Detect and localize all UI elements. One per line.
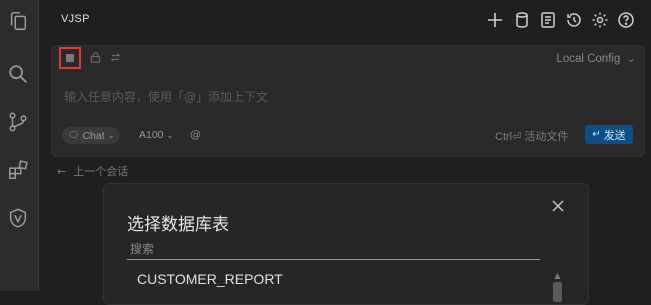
config-select[interactable]: Local Config ⌄ <box>556 51 636 65</box>
help-icon[interactable] <box>617 11 635 29</box>
chevron-down-icon: ⌄ <box>166 131 174 140</box>
extensions-icon[interactable] <box>7 159 29 181</box>
chevron-down-icon: ⌄ <box>626 53 636 65</box>
active-file-toggle[interactable]: Ctrl⏎ 活动文件 <box>495 128 568 144</box>
vjsp-shield-icon[interactable] <box>7 207 29 229</box>
chat-input[interactable] <box>62 87 626 107</box>
model-select[interactable]: A100 ⌄ <box>139 129 173 141</box>
mode-label: Chat <box>82 129 105 142</box>
dialog-title: 选择数据库表 <box>127 215 229 235</box>
mention-button[interactable]: @ <box>190 128 201 141</box>
chevron-down-icon: ⌄ <box>107 131 115 140</box>
lock-icon[interactable] <box>89 51 102 64</box>
scroll-up-icon[interactable]: ▲ <box>553 271 562 280</box>
explorer-icon[interactable] <box>7 10 29 32</box>
database-config-icon[interactable] <box>539 11 557 29</box>
table-search-input[interactable] <box>127 238 540 260</box>
source-control-icon[interactable] <box>7 111 29 133</box>
activity-bar <box>0 0 39 291</box>
send-label: 发送 <box>603 128 626 142</box>
arrow-left-icon: ← <box>57 165 67 178</box>
chat-panel: VJSP Local Config ⌄ 输入任意内容，使用「@」添加上下文 🗨︎… <box>39 0 651 305</box>
scrollbar-thumb[interactable] <box>553 282 562 302</box>
enter-icon: ↵ <box>592 129 601 140</box>
prev-session-link[interactable]: ← 上一个会话 <box>57 163 128 179</box>
close-icon[interactable] <box>551 199 565 213</box>
send-button[interactable]: ↵ 发送 <box>585 125 633 144</box>
table-list-item[interactable]: CUSTOMER_REPORT <box>137 271 283 287</box>
panel-title: VJSP <box>61 13 90 25</box>
database-icon[interactable] <box>513 11 531 29</box>
panel-header: VJSP <box>39 0 651 40</box>
model-label: A100 <box>139 129 164 141</box>
gear-icon[interactable] <box>591 11 609 29</box>
search-icon[interactable] <box>7 63 29 85</box>
select-table-dialog: 选择数据库表 CUSTOMER_REPORT ▲ <box>103 183 589 305</box>
swap-icon[interactable] <box>109 51 122 64</box>
mode-select[interactable]: 🗨︎ Chat ⌄ <box>62 127 121 144</box>
prev-session-label: 上一个会话 <box>73 165 129 178</box>
chat-input-box: Local Config ⌄ 🗨︎ Chat ⌄ A100 ⌄ @ Ctrl⏎ 活… <box>51 45 645 157</box>
stop-icon <box>66 54 74 62</box>
stop-button[interactable] <box>59 47 81 69</box>
history-icon[interactable] <box>565 11 583 29</box>
config-select-label: Local Config <box>556 53 621 65</box>
plus-icon[interactable] <box>486 11 504 29</box>
chat-bubble-icon: 🗨︎ <box>68 130 80 140</box>
